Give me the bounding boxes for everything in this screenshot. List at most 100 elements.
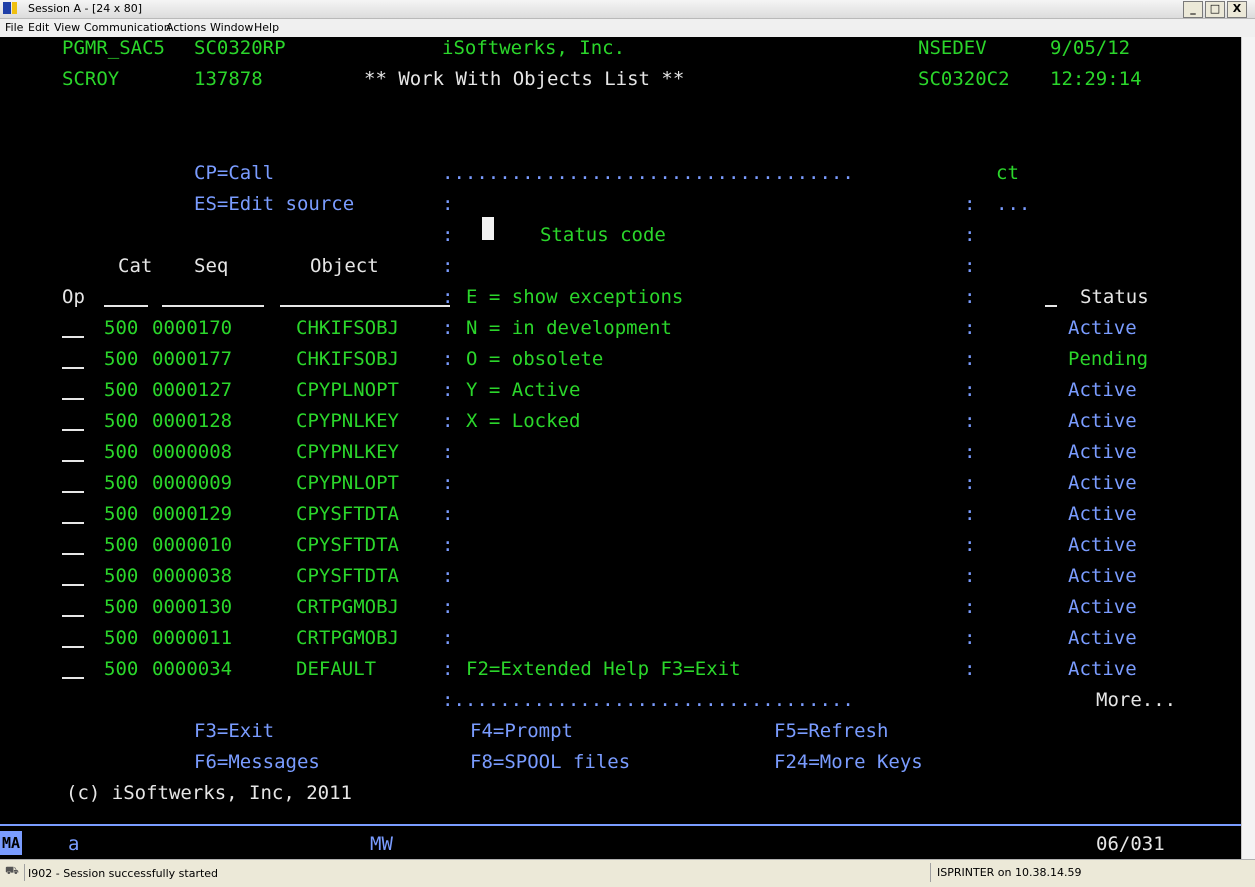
row-cat: 500 (104, 379, 139, 401)
vertical-scrollbar[interactable] (1241, 37, 1255, 859)
row-option-input[interactable] (62, 336, 84, 338)
job-number: 137878 (194, 68, 263, 90)
popup-border: : (964, 596, 976, 618)
oia-separator (0, 824, 1241, 826)
row-object: CPYPLNOPT (296, 379, 399, 401)
column-op: Op (62, 286, 85, 308)
terminal-screen[interactable]: PGMR_SAC5 SC0320RP iSoftwerks, Inc. NSED… (0, 37, 1241, 859)
popup-border: : (964, 317, 976, 339)
row-object: CRTPGMOBJ (296, 627, 399, 649)
oia-input-indicator: a (68, 833, 80, 855)
status-filter-input[interactable] (1045, 305, 1057, 307)
row-option-input[interactable] (62, 615, 84, 617)
f4-prompt-key[interactable]: F4=Prompt (470, 720, 573, 742)
popup-border: : (442, 596, 454, 618)
row-option-input[interactable] (62, 491, 84, 493)
session-connection-icon: ⛟ (5, 864, 19, 877)
row-seq: 0000170 (152, 317, 233, 339)
f8-spool-files-key[interactable]: F8=SPOOL files (470, 751, 630, 773)
minimize-button[interactable]: _ (1183, 1, 1203, 18)
window-titlebar[interactable]: Session A - [24 x 80] _ □ X (0, 0, 1255, 19)
row-cat: 500 (104, 534, 139, 556)
row-option-input[interactable] (62, 429, 84, 431)
oia-mw-indicator: MW (370, 833, 393, 855)
cat-filter-input[interactable] (104, 305, 148, 307)
menu-file[interactable]: File (5, 19, 23, 37)
program-name: SC0320RP (194, 37, 286, 59)
status-code-option: Y = Active (466, 379, 581, 401)
row-status: Active (1068, 658, 1137, 680)
row-status: Pending (1068, 348, 1149, 370)
oia-mode-indicator: MA (0, 831, 22, 855)
format-name: SC0320C2 (918, 68, 1010, 90)
f5-refresh-key[interactable]: F5=Refresh (774, 720, 888, 742)
row-seq: 0000130 (152, 596, 233, 618)
row-option-input[interactable] (62, 553, 84, 555)
popup-border: : (964, 410, 976, 432)
popup-border: : (442, 472, 454, 494)
popup-border: : (442, 286, 454, 308)
more-indicator: More... (1096, 689, 1177, 711)
row-seq: 0000009 (152, 472, 233, 494)
row-object: CHKIFSOBJ (296, 317, 399, 339)
row-cat: 500 (104, 565, 139, 587)
f6-messages-key[interactable]: F6=Messages (194, 751, 320, 773)
header-date: 9/05/12 (1050, 37, 1131, 59)
row-cat: 500 (104, 503, 139, 525)
f3-exit-key[interactable]: F3=Exit (194, 720, 274, 742)
popup-border: : (442, 441, 454, 463)
popup-border: : (964, 379, 976, 401)
row-object: CPYPNLOPT (296, 472, 399, 494)
popup-border: : (964, 503, 976, 525)
row-seq: 0000010 (152, 534, 233, 556)
row-object: CPYPNLKEY (296, 441, 399, 463)
menu-edit[interactable]: Edit (28, 19, 49, 37)
system-name: NSEDEV (918, 37, 987, 59)
row-status: Active (1068, 627, 1137, 649)
row-cat: 500 (104, 627, 139, 649)
row-option-input[interactable] (62, 367, 84, 369)
status-code-option: N = in development (466, 317, 672, 339)
popup-title: Status code (540, 224, 666, 246)
menu-view[interactable]: View (54, 19, 80, 37)
row-seq: 0000008 (152, 441, 233, 463)
row-option-input[interactable] (62, 398, 84, 400)
row-object: DEFAULT (296, 658, 377, 680)
object-filter-input[interactable] (280, 305, 450, 307)
window-title: Session A - [24 x 80] (28, 2, 143, 15)
row-seq: 0000038 (152, 565, 233, 587)
row-cat: 500 (104, 658, 139, 680)
row-option-input[interactable] (62, 677, 84, 679)
row-option-input[interactable] (62, 584, 84, 586)
menu-communication[interactable]: Communication (84, 19, 171, 37)
row-seq: 0000177 (152, 348, 233, 370)
status-code-input[interactable] (482, 217, 494, 240)
column-object: Object (310, 255, 379, 277)
row-cat: 500 (104, 348, 139, 370)
row-status: Active (1068, 534, 1137, 556)
f24-more-keys-key[interactable]: F24=More Keys (774, 751, 923, 773)
row-object: CPYPNLKEY (296, 410, 399, 432)
row-status: Active (1068, 596, 1137, 618)
row-status: Active (1068, 472, 1137, 494)
popup-border: : (442, 255, 454, 277)
close-button[interactable]: X (1227, 1, 1247, 18)
row-seq: 0000127 (152, 379, 233, 401)
status-divider (24, 864, 25, 881)
popup-border: : (442, 317, 454, 339)
option-ct: ct (996, 162, 1019, 184)
menu-actions[interactable]: Actions (166, 19, 206, 37)
popup-border: : (964, 565, 976, 587)
menu-help[interactable]: Help (254, 19, 279, 37)
row-option-input[interactable] (62, 646, 84, 648)
row-option-input[interactable] (62, 460, 84, 462)
seq-filter-input[interactable] (162, 305, 264, 307)
popup-border: : (964, 534, 976, 556)
maximize-button[interactable]: □ (1205, 1, 1225, 18)
popup-border: : (964, 658, 976, 680)
popup-border: : (964, 255, 976, 277)
menu-window[interactable]: Window (210, 19, 253, 37)
column-seq: Seq (194, 255, 229, 277)
row-option-input[interactable] (62, 522, 84, 524)
printer-status: ISPRINTER on 10.38.14.59 (930, 863, 1177, 882)
